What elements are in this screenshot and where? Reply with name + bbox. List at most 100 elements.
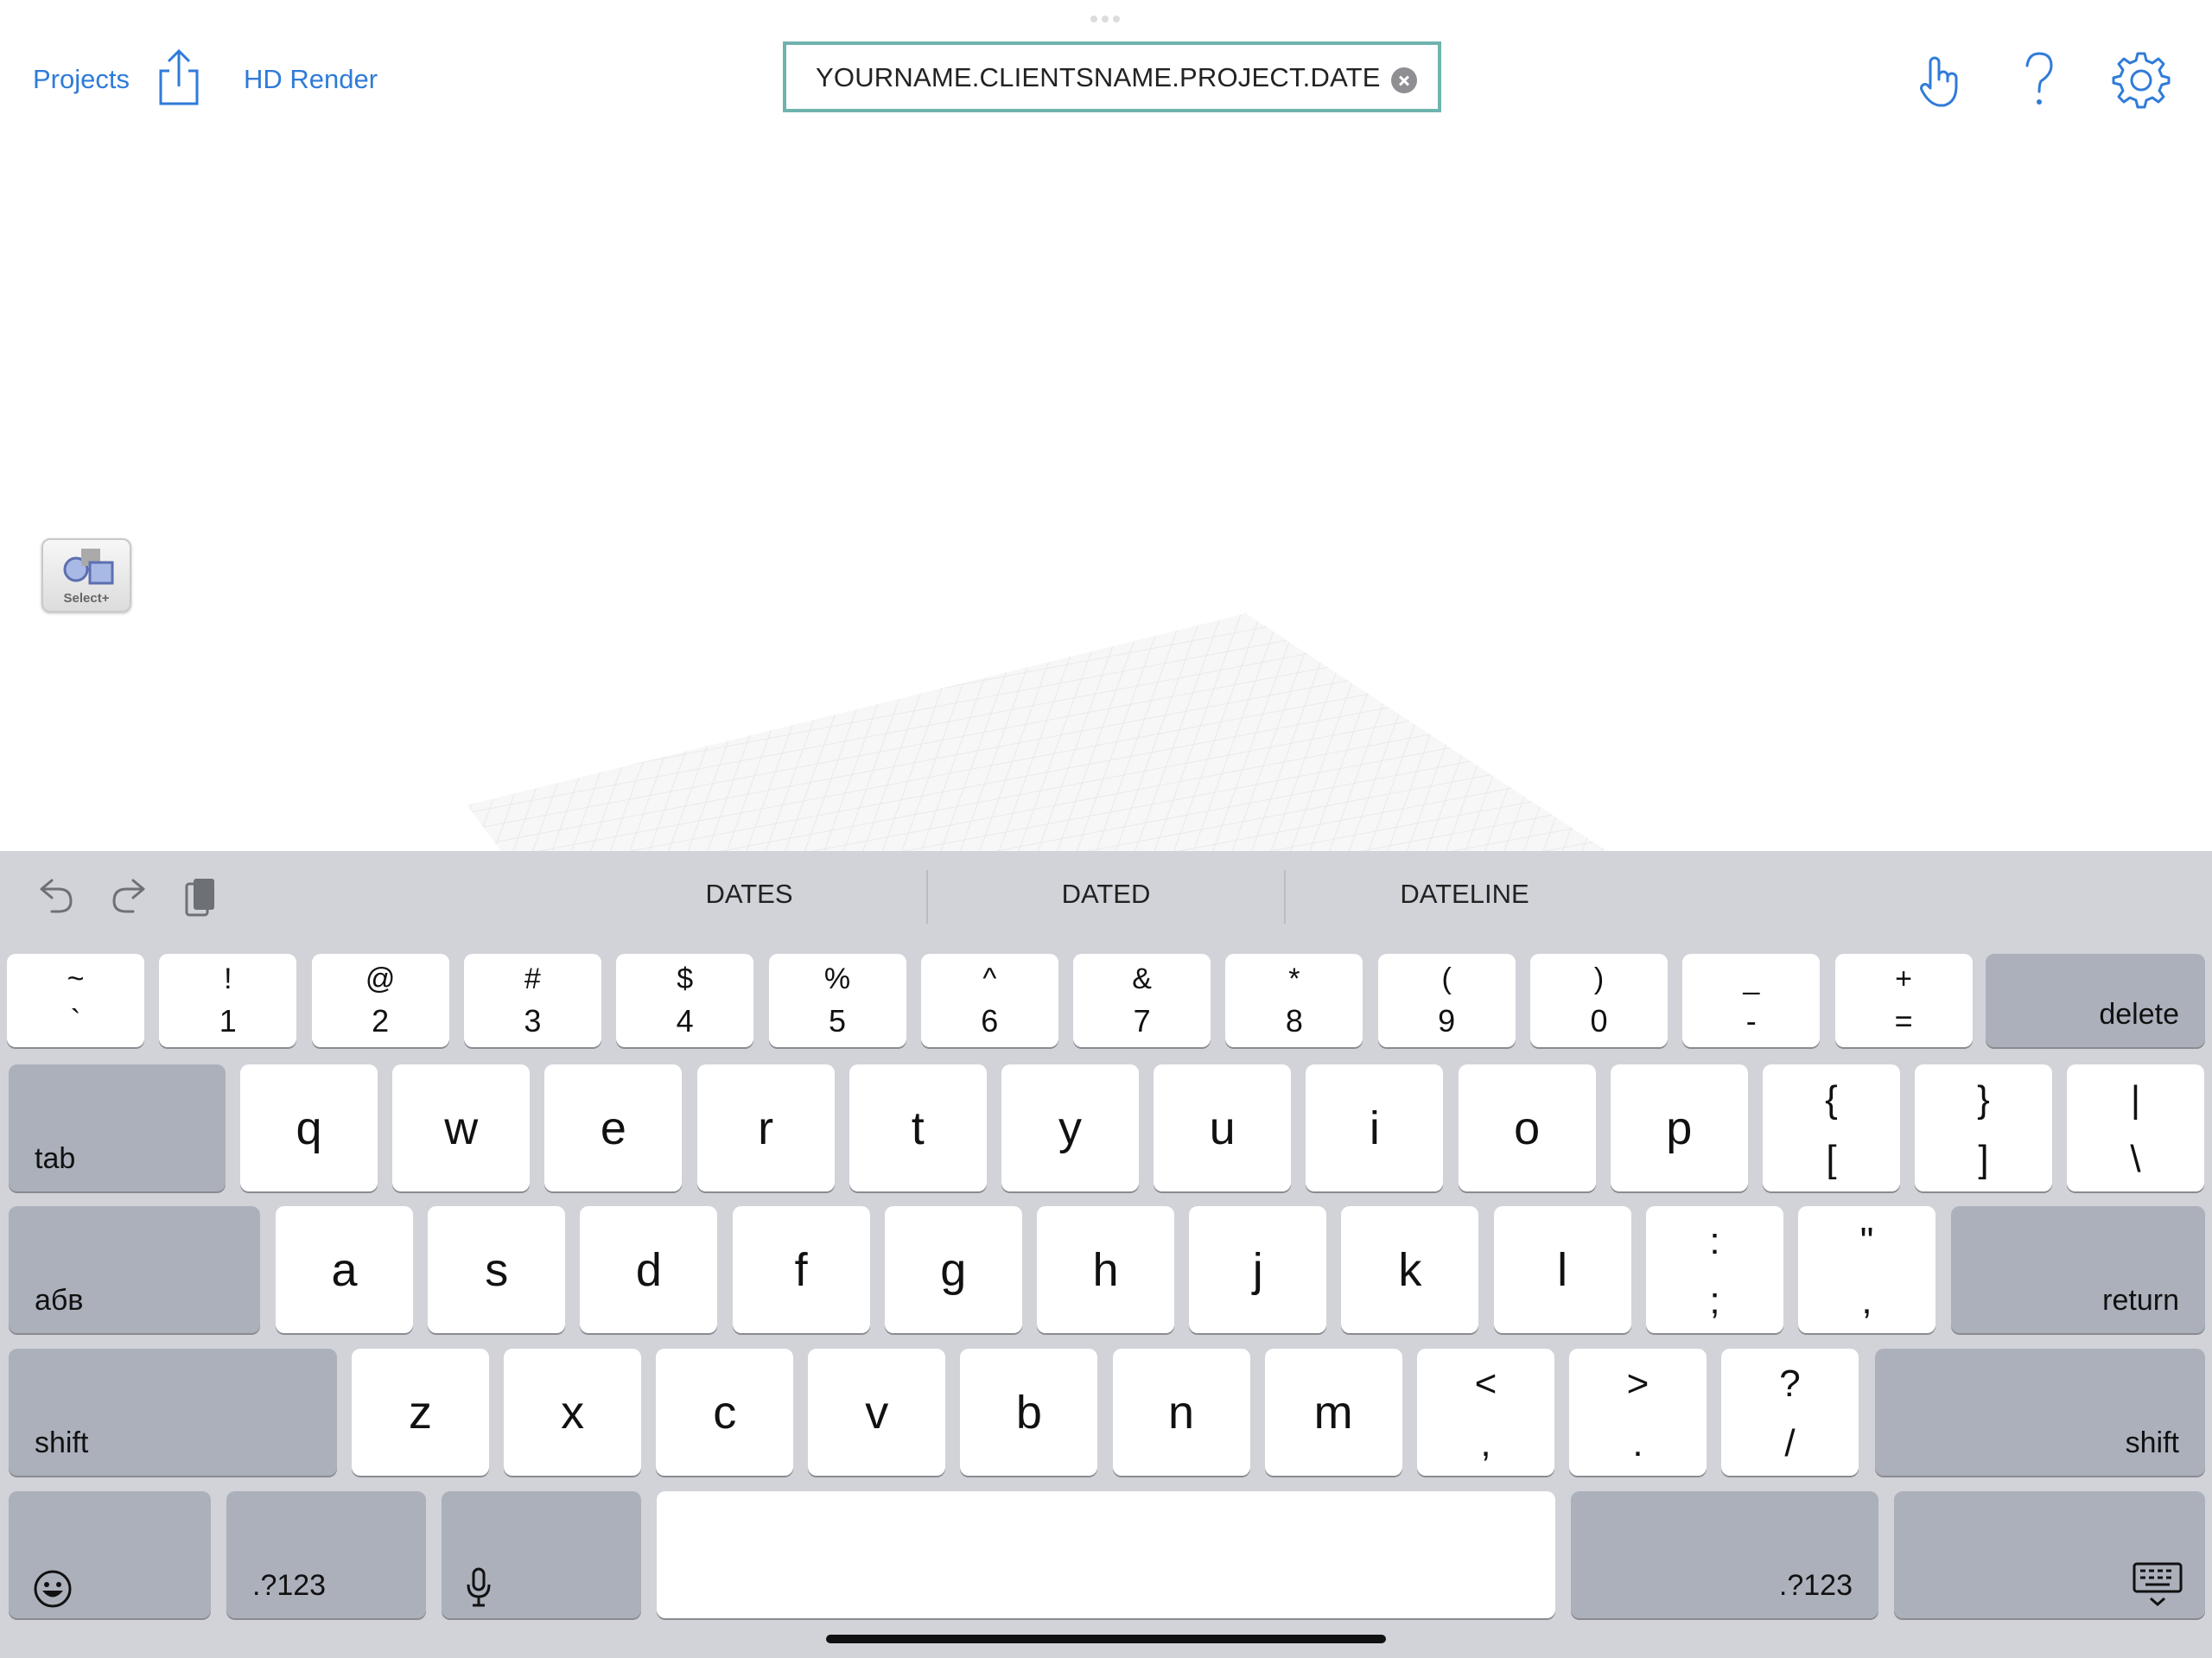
letter-key-v[interactable]: v	[808, 1349, 946, 1476]
letter-key-w[interactable]: w	[392, 1064, 531, 1191]
number-key[interactable]: + =	[1834, 954, 1973, 1047]
letter-key-e[interactable]: e	[544, 1064, 683, 1191]
symbol-key[interactable]: <,	[1417, 1349, 1554, 1476]
letter-key-i[interactable]: i	[1306, 1064, 1444, 1191]
language-switch-key[interactable]: абв	[9, 1206, 260, 1333]
key-letter: q	[296, 1102, 322, 1154]
letter-key-l[interactable]: l	[1493, 1206, 1631, 1333]
suggestion-1[interactable]: DATES	[620, 879, 879, 910]
space-bar[interactable]	[657, 1491, 1555, 1618]
letter-key-a[interactable]: a	[276, 1206, 413, 1333]
tab-key[interactable]: tab	[9, 1064, 226, 1191]
suggestion-3[interactable]: DATELINE	[1335, 879, 1594, 910]
key-letter: m	[1313, 1386, 1353, 1439]
letter-key-g[interactable]: g	[884, 1206, 1022, 1333]
letter-key-k[interactable]: k	[1341, 1206, 1479, 1333]
help-icon[interactable]	[2022, 50, 2056, 109]
letter-key-r[interactable]: r	[696, 1064, 835, 1191]
undo-icon[interactable]	[36, 877, 76, 917]
dismiss-keyboard-key[interactable]	[1894, 1491, 2205, 1618]
numbers-key-left[interactable]: .?123	[226, 1491, 426, 1618]
shift-key-label: shift	[35, 1426, 89, 1459]
sheet-grabber[interactable]	[1090, 16, 1122, 22]
number-key[interactable]: #3	[463, 954, 601, 1047]
letter-key-z[interactable]: z	[352, 1349, 489, 1476]
key-letter: k	[1398, 1243, 1422, 1296]
select-plus-tool[interactable]: Select+	[41, 538, 131, 613]
symbol-key[interactable]: {[	[1763, 1064, 1900, 1191]
letter-key-s[interactable]: s	[428, 1206, 566, 1333]
letter-key-c[interactable]: c	[656, 1349, 794, 1476]
key-letter: j	[1252, 1243, 1263, 1296]
delete-key[interactable]: delete	[1986, 954, 2205, 1047]
letter-key-t[interactable]: t	[849, 1064, 987, 1191]
number-key[interactable]: (9	[1377, 954, 1516, 1047]
key-letter: f	[794, 1243, 808, 1296]
letter-key-u[interactable]: u	[1154, 1064, 1292, 1191]
key-base-symbol: `	[70, 1003, 81, 1039]
delete-key-label: delete	[2099, 998, 2179, 1031]
number-key[interactable]: ^ 6	[920, 954, 1058, 1047]
settings-gear-icon[interactable]	[2112, 50, 2171, 109]
letter-key-f[interactable]: f	[732, 1206, 870, 1333]
key-letter: b	[1015, 1386, 1042, 1439]
right-shift-key[interactable]: shift	[1875, 1349, 2205, 1476]
letter-key-b[interactable]: b	[960, 1349, 1098, 1476]
key-base-symbol: 3	[524, 1003, 542, 1039]
hd-render-button[interactable]: HD Render	[244, 62, 378, 97]
redo-icon[interactable]	[109, 877, 149, 917]
letter-key-j[interactable]: j	[1189, 1206, 1327, 1333]
letter-key-o[interactable]: o	[1458, 1064, 1596, 1191]
project-title-field[interactable]: YOURNAME.CLIENTSNAME.PROJECT.DATE	[783, 41, 1441, 112]
key-shift-symbol: |	[2130, 1078, 2141, 1121]
symbol-key[interactable]: | \	[2067, 1064, 2204, 1191]
number-key[interactable]: _ -	[1682, 954, 1821, 1047]
key-shift-symbol: {	[1825, 1078, 1838, 1121]
key-shift-symbol: <	[1474, 1363, 1497, 1405]
key-letter: t	[911, 1102, 925, 1154]
number-key[interactable]: ~ `	[7, 954, 144, 1047]
letter-key-d[interactable]: d	[580, 1206, 718, 1333]
symbol-key[interactable]: ? /	[1721, 1349, 1859, 1476]
suggestion-2[interactable]: DATED	[976, 879, 1236, 910]
key-base-symbol: [	[1826, 1138, 1837, 1180]
key-shift-symbol: !	[224, 962, 232, 995]
symbol-key[interactable]: ",	[1798, 1206, 1936, 1333]
symbol-key[interactable]: }]	[1915, 1064, 2052, 1191]
key-letter: y	[1058, 1102, 1082, 1154]
symbol-key[interactable]: :;	[1646, 1206, 1783, 1333]
letter-key-y[interactable]: y	[1001, 1064, 1139, 1191]
key-letter: d	[635, 1243, 662, 1296]
letter-key-x[interactable]: x	[504, 1349, 642, 1476]
key-shift-symbol: ?	[1779, 1363, 1801, 1405]
number-key[interactable]: ! 1	[159, 954, 297, 1047]
key-shift-symbol: &	[1132, 962, 1152, 995]
key-shift-symbol: ~	[67, 962, 85, 995]
letter-key-h[interactable]: h	[1037, 1206, 1174, 1333]
number-key[interactable]: * 8	[1225, 954, 1363, 1047]
left-shift-key[interactable]: shift	[9, 1349, 337, 1476]
numbers-key-right[interactable]: .?123	[1571, 1491, 1878, 1618]
return-key[interactable]: return	[1951, 1206, 2205, 1333]
projects-button[interactable]: Projects	[33, 62, 130, 97]
letter-key-p[interactable]: p	[1610, 1064, 1748, 1191]
number-key[interactable]: & 7	[1073, 954, 1211, 1047]
share-icon[interactable]	[156, 48, 202, 107]
number-key[interactable]: ) 0	[1530, 954, 1668, 1047]
symbol-key[interactable]: >.	[1569, 1349, 1707, 1476]
number-key[interactable]: @2	[311, 954, 449, 1047]
key-base-symbol: 6	[981, 1003, 999, 1039]
number-key[interactable]: % 5	[768, 954, 906, 1047]
dictation-key[interactable]	[442, 1491, 641, 1618]
emoji-key[interactable]	[9, 1491, 211, 1618]
touch-gesture-icon[interactable]	[1913, 52, 1968, 109]
home-indicator[interactable]	[826, 1635, 1386, 1643]
letter-key-m[interactable]: m	[1264, 1349, 1402, 1476]
paste-clipboard-icon[interactable]	[181, 875, 221, 920]
letter-key-n[interactable]: n	[1112, 1349, 1250, 1476]
letter-key-q[interactable]: q	[240, 1064, 378, 1191]
key-base-symbol: 0	[1590, 1003, 1608, 1039]
number-key[interactable]: $4	[616, 954, 754, 1047]
language-key-label: абв	[35, 1284, 84, 1317]
clear-text-icon[interactable]	[1391, 67, 1417, 93]
